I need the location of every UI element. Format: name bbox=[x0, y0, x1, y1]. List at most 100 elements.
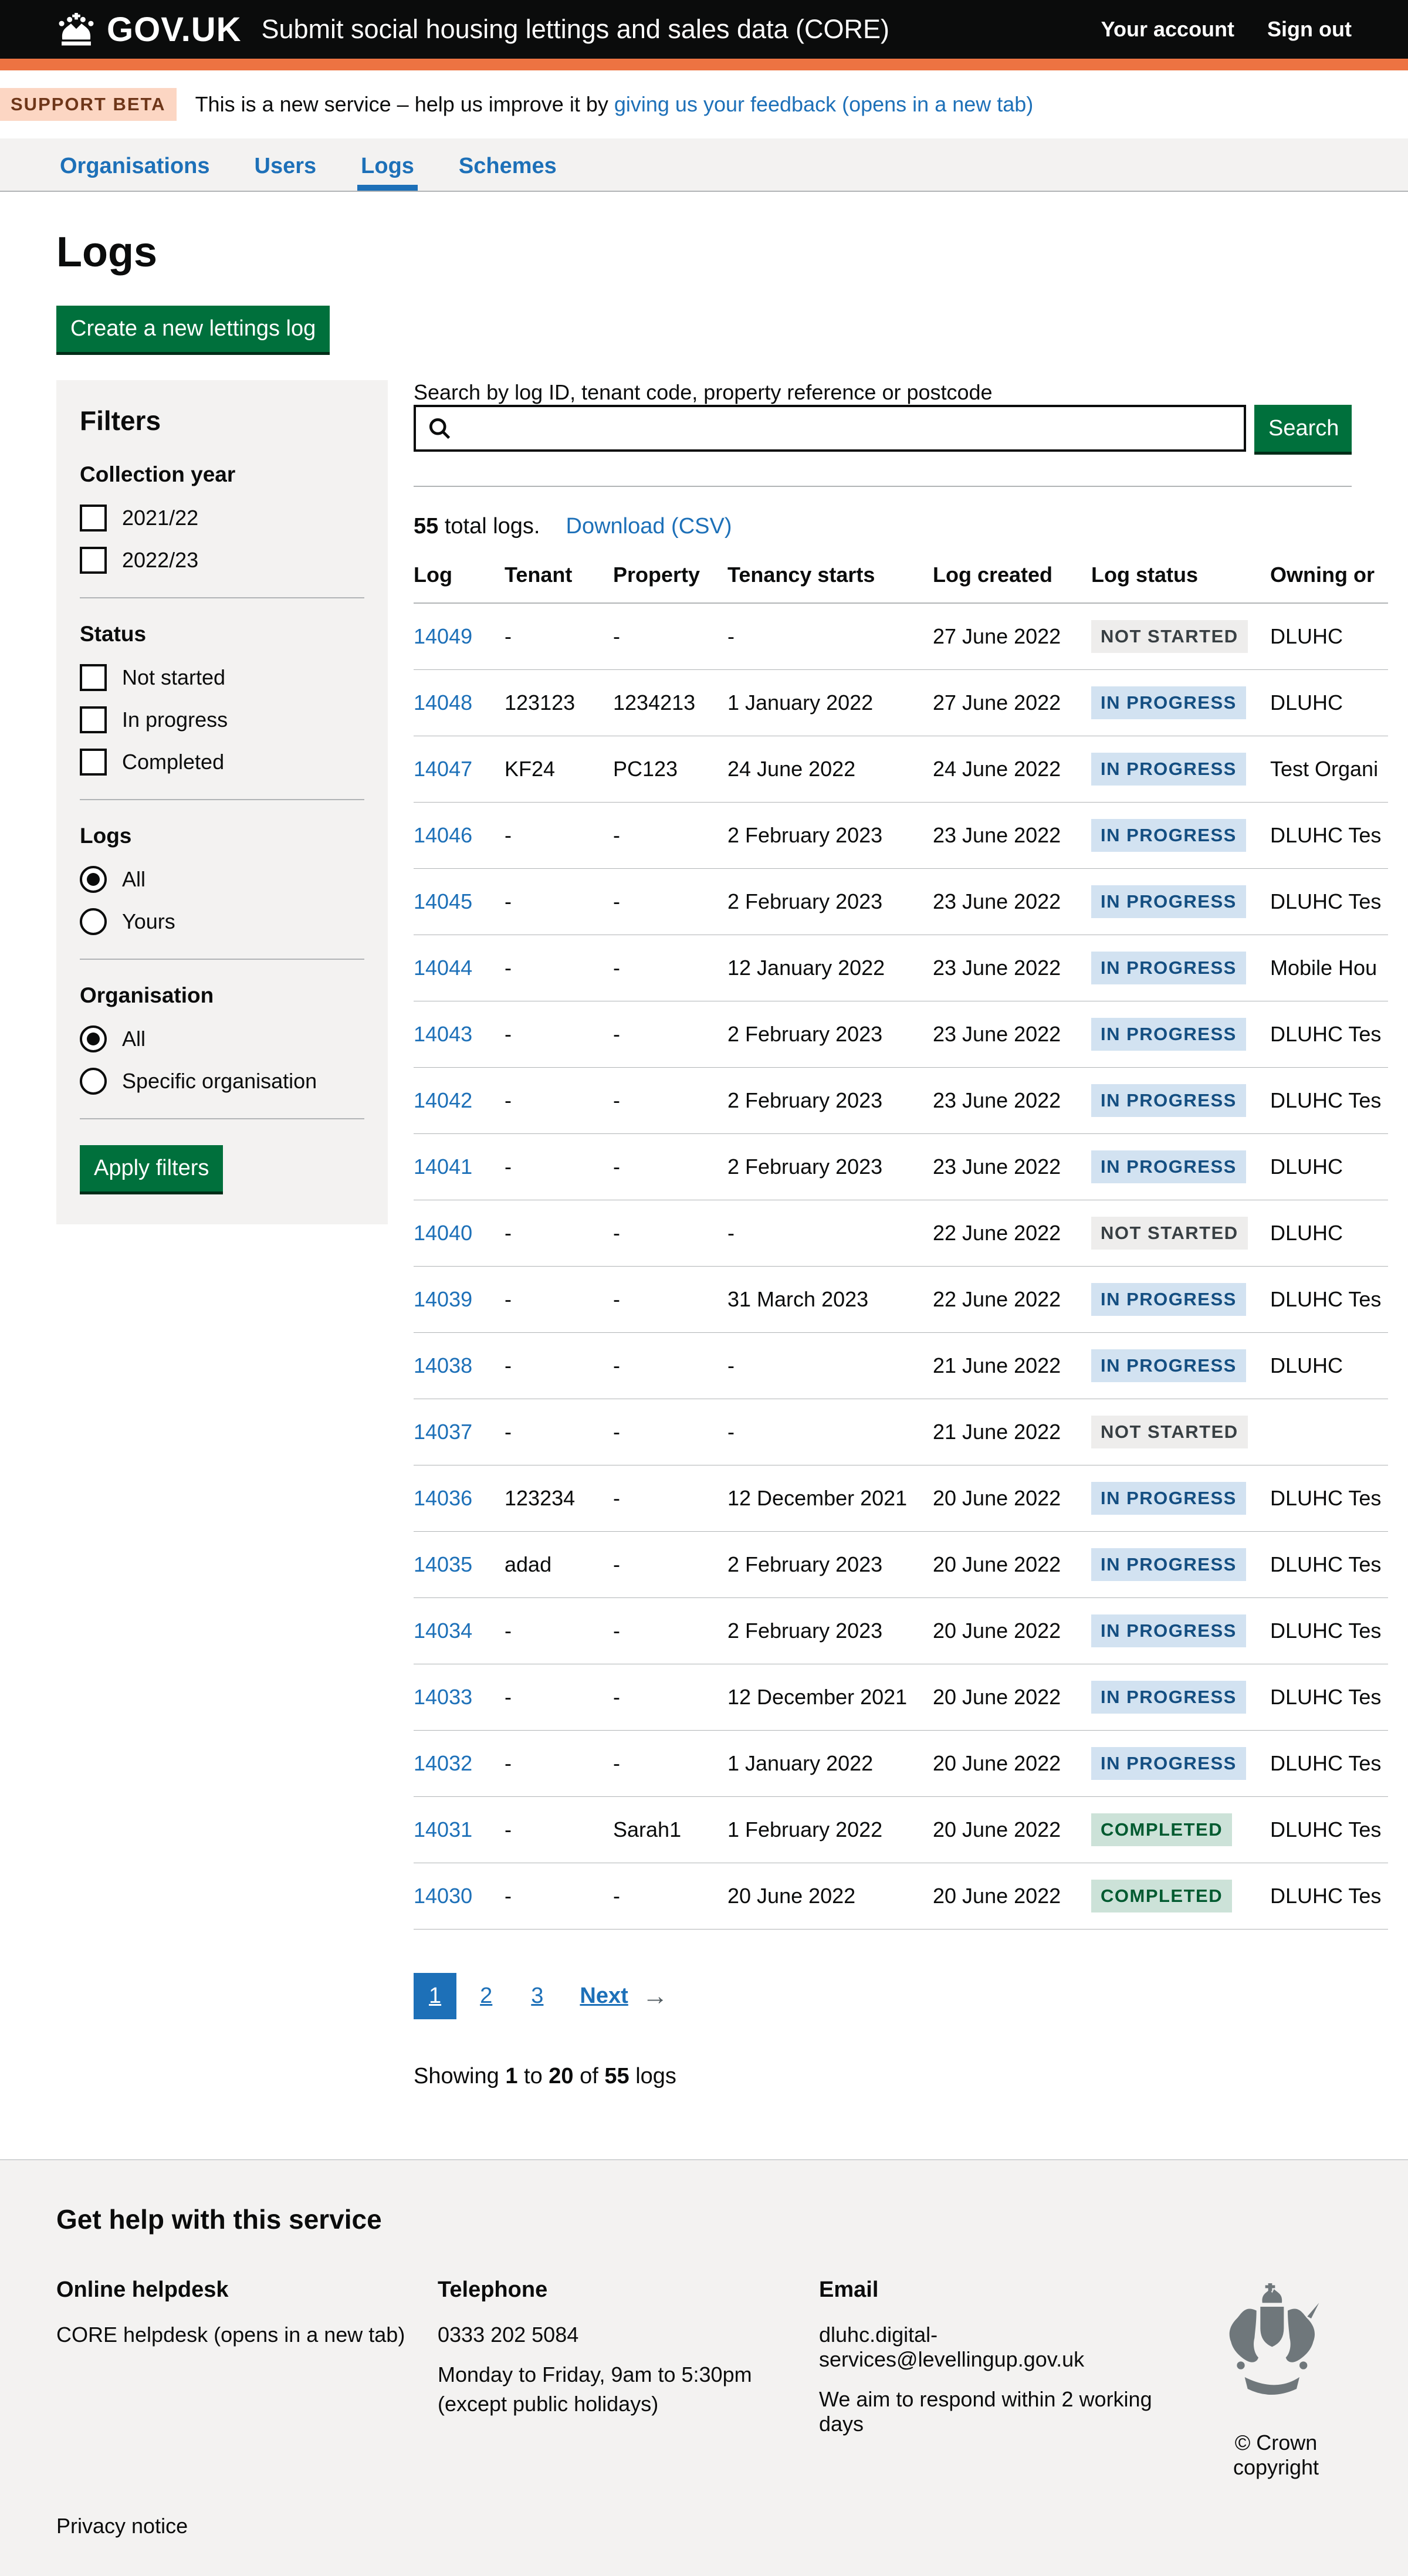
crown-copyright-link[interactable]: © Crown copyright bbox=[1200, 2431, 1352, 2480]
column-header-tenancy-starts: Tenancy starts bbox=[727, 545, 933, 603]
status-badge: IN PROGRESS bbox=[1091, 753, 1246, 786]
log-created-cell: 23 June 2022 bbox=[933, 1134, 1091, 1200]
govuk-logo[interactable]: GOV.UK bbox=[107, 10, 241, 49]
tenant-cell: adad bbox=[505, 1532, 613, 1598]
log-link[interactable]: 14043 bbox=[414, 1022, 472, 1046]
create-lettings-log-button[interactable]: Create a new lettings log bbox=[56, 306, 330, 352]
tenancy-starts-cell: 1 February 2022 bbox=[727, 1797, 933, 1863]
site-footer: Get help with this service Online helpde… bbox=[0, 2159, 1408, 2576]
log-link[interactable]: 14044 bbox=[414, 956, 472, 980]
log-status-cell: IN PROGRESS bbox=[1091, 1134, 1270, 1200]
owning-organisation-cell: DLUHC bbox=[1270, 1134, 1388, 1200]
tenant-cell: - bbox=[505, 935, 613, 1001]
checkbox-2022/23[interactable] bbox=[80, 547, 107, 574]
tenant-cell: 123234 bbox=[505, 1465, 613, 1532]
table-row: 14042--2 February 202323 June 2022IN PRO… bbox=[414, 1068, 1388, 1134]
your-account-link[interactable]: Your account bbox=[1101, 17, 1234, 42]
checkbox-completed[interactable] bbox=[80, 749, 107, 776]
owning-organisation-cell: DLUHC bbox=[1270, 1333, 1388, 1399]
property-cell: - bbox=[613, 1134, 727, 1200]
table-row: 14032--1 January 202220 June 2022IN PROG… bbox=[414, 1731, 1388, 1797]
table-row: 14035adad-2 February 202320 June 2022IN … bbox=[414, 1532, 1388, 1598]
search-input[interactable] bbox=[452, 407, 1244, 449]
core-helpdesk-link[interactable]: CORE helpdesk (opens in a new tab) bbox=[56, 2323, 405, 2347]
log-link[interactable]: 14045 bbox=[414, 889, 472, 913]
checkbox-2021/22[interactable] bbox=[80, 505, 107, 532]
status-badge: NOT STARTED bbox=[1091, 1416, 1248, 1448]
log-link[interactable]: 14040 bbox=[414, 1221, 472, 1245]
crown-copyright-block: © Crown copyright bbox=[1200, 2277, 1352, 2480]
log-link[interactable]: 14035 bbox=[414, 1552, 472, 1576]
log-id-cell: 14034 bbox=[414, 1598, 505, 1664]
tenant-cell: - bbox=[505, 1001, 613, 1068]
download-csv-link[interactable]: Download (CSV) bbox=[566, 514, 732, 539]
log-link[interactable]: 14047 bbox=[414, 757, 472, 781]
total-logs-count: 55 bbox=[414, 514, 438, 539]
filter-option-label: All bbox=[122, 867, 145, 892]
logs-table-container: LogTenantPropertyTenancy startsLog creat… bbox=[414, 545, 1388, 1930]
nav-tab-users[interactable]: Users bbox=[251, 138, 320, 191]
tenancy-starts-cell: 20 June 2022 bbox=[727, 1863, 933, 1930]
telephone-hours-note: (except public holidays) bbox=[438, 2392, 819, 2416]
tenancy-starts-cell: 2 February 2023 bbox=[727, 1134, 933, 1200]
search-button[interactable]: Search bbox=[1254, 405, 1352, 452]
pagination-next-link[interactable]: Next bbox=[567, 1973, 634, 2019]
filter-option: All bbox=[80, 1025, 364, 1052]
pagination: 123Next→ bbox=[414, 1973, 1352, 2019]
nav-tab-schemes[interactable]: Schemes bbox=[455, 138, 560, 191]
tenancy-starts-cell: 2 February 2023 bbox=[727, 1532, 933, 1598]
log-status-cell: IN PROGRESS bbox=[1091, 1731, 1270, 1797]
showing-of: of bbox=[574, 2064, 605, 2088]
feedback-link[interactable]: giving us your feedback (opens in a new … bbox=[614, 92, 1033, 116]
email-link[interactable]: dluhc.digital-services@levellingup.gov.u… bbox=[819, 2323, 1084, 2371]
log-link[interactable]: 14030 bbox=[414, 1884, 472, 1908]
log-created-cell: 20 June 2022 bbox=[933, 1863, 1091, 1930]
filter-option-label: Completed bbox=[122, 750, 224, 774]
radio-all[interactable] bbox=[80, 866, 107, 893]
status-badge: IN PROGRESS bbox=[1091, 952, 1246, 984]
log-link[interactable]: 14032 bbox=[414, 1751, 472, 1775]
showing-summary: Showing 1 to 20 of 55 logs bbox=[414, 2064, 1352, 2089]
log-status-cell: IN PROGRESS bbox=[1091, 1598, 1270, 1664]
tenant-cell: - bbox=[505, 1731, 613, 1797]
log-link[interactable]: 14037 bbox=[414, 1420, 472, 1444]
privacy-notice-link[interactable]: Privacy notice bbox=[56, 2514, 188, 2538]
sign-out-link[interactable]: Sign out bbox=[1267, 17, 1352, 42]
log-link[interactable]: 14042 bbox=[414, 1088, 472, 1112]
main-content: Logs Create a new lettings log Filters C… bbox=[0, 228, 1408, 2159]
nav-tab-logs[interactable]: Logs bbox=[357, 138, 418, 191]
pagination-page-1[interactable]: 1 bbox=[414, 1973, 456, 2019]
log-link[interactable]: 14038 bbox=[414, 1353, 472, 1377]
tenant-cell: - bbox=[505, 1797, 613, 1863]
checkbox-not-started[interactable] bbox=[80, 664, 107, 691]
log-link[interactable]: 14041 bbox=[414, 1155, 472, 1179]
radio-all[interactable] bbox=[80, 1025, 107, 1052]
radio-yours[interactable] bbox=[80, 908, 107, 935]
checkbox-in-progress[interactable] bbox=[80, 706, 107, 733]
log-link[interactable]: 14046 bbox=[414, 823, 472, 847]
log-link[interactable]: 14048 bbox=[414, 690, 472, 715]
tenancy-starts-cell: - bbox=[727, 1333, 933, 1399]
log-link[interactable]: 14049 bbox=[414, 624, 472, 648]
pagination-page-2[interactable]: 2 bbox=[465, 1973, 507, 2019]
log-link[interactable]: 14036 bbox=[414, 1486, 472, 1510]
log-link[interactable]: 14039 bbox=[414, 1287, 472, 1311]
log-link[interactable]: 14034 bbox=[414, 1619, 472, 1643]
filter-option-label: Not started bbox=[122, 665, 225, 690]
status-badge: IN PROGRESS bbox=[1091, 1681, 1246, 1714]
log-link[interactable]: 14033 bbox=[414, 1685, 472, 1709]
nav-tab-organisations[interactable]: Organisations bbox=[56, 138, 214, 191]
log-link[interactable]: 14031 bbox=[414, 1817, 472, 1842]
service-name[interactable]: Submit social housing lettings and sales… bbox=[261, 14, 889, 45]
filter-option-label: In progress bbox=[122, 708, 228, 732]
filter-option: 2022/23 bbox=[80, 547, 364, 574]
log-created-cell: 27 June 2022 bbox=[933, 603, 1091, 670]
property-cell: - bbox=[613, 1465, 727, 1532]
filters-title: Filters bbox=[80, 405, 364, 436]
apply-filters-button[interactable]: Apply filters bbox=[80, 1145, 223, 1191]
property-cell: - bbox=[613, 1731, 727, 1797]
filter-option-label: 2021/22 bbox=[122, 506, 198, 530]
pagination-page-3[interactable]: 3 bbox=[516, 1973, 559, 2019]
radio-specific-organisation[interactable] bbox=[80, 1068, 107, 1095]
tenancy-starts-cell: 12 December 2021 bbox=[727, 1664, 933, 1731]
